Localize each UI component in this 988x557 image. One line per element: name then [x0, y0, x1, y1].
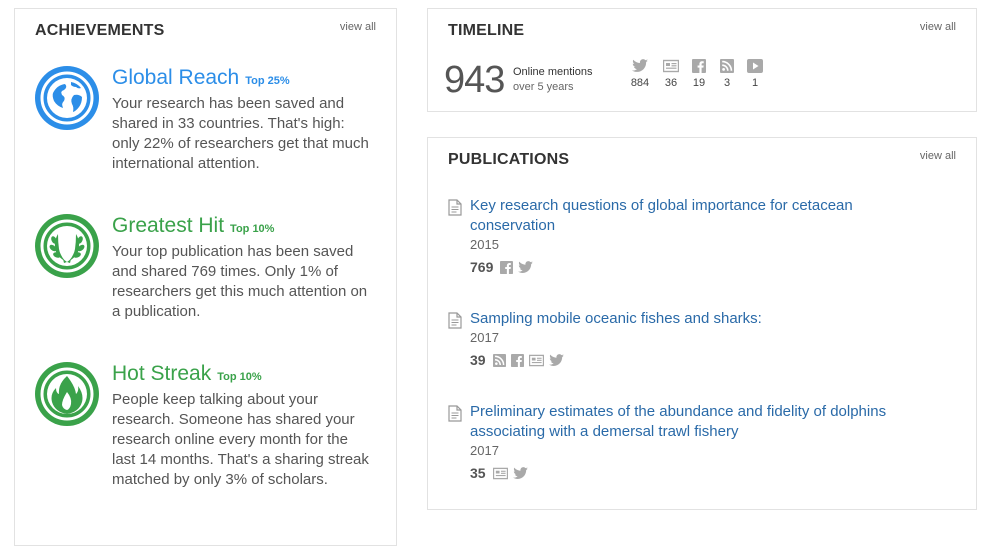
publication-attention-score: 39: [470, 352, 486, 368]
achievements-view-all-link[interactable]: view all: [340, 21, 376, 33]
globe-icon: [35, 66, 99, 130]
twitter-icon: [518, 260, 534, 273]
rss-icon: [720, 59, 734, 73]
achievement-name: Greatest Hit: [112, 214, 225, 237]
achievement-name: Hot Streak: [112, 362, 212, 385]
achievement-description: Your research has been saved and shared …: [112, 95, 369, 172]
publication-attention-score: 35: [470, 465, 486, 481]
video-icon: [747, 59, 763, 73]
twitter-icon: [632, 59, 648, 72]
timeline-view-all-link[interactable]: view all: [920, 21, 956, 33]
twitter-icon: [512, 466, 528, 479]
mentions-label-line2: over 5 years: [513, 81, 574, 93]
facebook-icon: [692, 59, 706, 73]
timeline-title: TIMELINE: [448, 22, 525, 39]
publication-item: Sampling mobile oceanic fishes and shark…: [448, 309, 948, 379]
achievement-rank-badge: Top 10%: [230, 223, 275, 235]
facebook-icon: [510, 353, 524, 367]
laurel-wreath-icon: [35, 214, 99, 278]
achievement-description: Your top publication has been saved and …: [112, 243, 368, 320]
news-icon: [663, 59, 679, 73]
mentions-label: Online mentions over 5 years: [513, 65, 613, 95]
publication-item: Key research questions of global importa…: [448, 196, 948, 286]
publication-stats: 769: [470, 259, 890, 275]
timeline-panel: TIMELINE view all 943 Online mentions ov…: [427, 8, 977, 112]
news-icon: [492, 467, 508, 479]
document-icon: [448, 199, 462, 216]
mentions-label-line1: Online mentions: [513, 66, 593, 78]
achievement-name: Global Reach: [112, 66, 240, 89]
publication-year: 2017: [470, 330, 499, 345]
publication-title-link[interactable]: Sampling mobile oceanic fishes and shark…: [470, 309, 890, 329]
publication-item: Preliminary estimates of the abundance a…: [448, 402, 948, 492]
news-icon: [528, 354, 544, 366]
source-count: 1: [751, 77, 759, 89]
achievements-title: ACHIEVEMENTS: [35, 22, 165, 39]
achievement-greatest-hit: Greatest Hit Top 10% Your top publication…: [35, 214, 385, 334]
publication-stats: 39: [470, 352, 890, 368]
publication-attention-score: 769: [470, 259, 494, 275]
publications-panel: PUBLICATIONS view all Key research quest…: [427, 137, 977, 510]
flame-icon: [35, 362, 99, 426]
publication-stats: 35: [470, 465, 890, 481]
achievement-global-reach: Global Reach Top 25% Your research has be…: [35, 66, 385, 186]
publications-title: PUBLICATIONS: [448, 151, 570, 168]
facebook-icon: [500, 260, 514, 274]
source-video[interactable]: 1: [735, 59, 775, 89]
publications-view-all-link[interactable]: view all: [920, 150, 956, 162]
publication-title-link[interactable]: Preliminary estimates of the abundance a…: [470, 402, 890, 442]
total-mentions-count: 943: [444, 59, 505, 101]
achievement-rank-badge: Top 25%: [245, 75, 290, 87]
achievement-description: People keep talking about your research.…: [112, 391, 369, 488]
achievement-rank-badge: Top 10%: [217, 371, 262, 383]
publication-year: 2015: [470, 237, 499, 252]
achievements-panel: ACHIEVEMENTS view all Global Reach Top 25…: [14, 8, 397, 546]
document-icon: [448, 405, 462, 422]
publication-title-link[interactable]: Key research questions of global importa…: [470, 196, 890, 236]
twitter-icon: [548, 353, 564, 366]
publication-year: 2017: [470, 443, 499, 458]
document-icon: [448, 312, 462, 329]
rss-icon: [492, 353, 506, 367]
achievement-hot-streak: Hot Streak Top 10% People keep talking ab…: [35, 362, 385, 512]
